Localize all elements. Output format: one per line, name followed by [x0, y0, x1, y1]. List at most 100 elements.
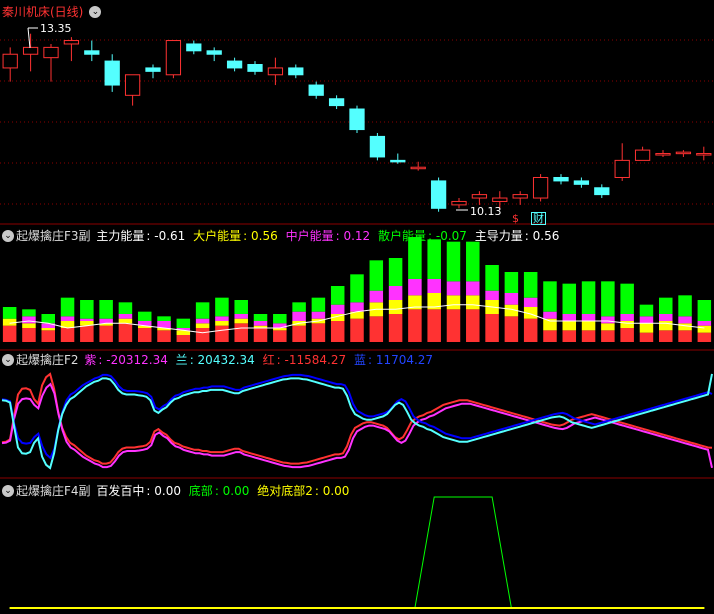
candle-body [226, 60, 243, 69]
candle-body [165, 40, 182, 76]
energy-bar-red [388, 314, 403, 342]
energy-bar-red [581, 330, 596, 342]
candle-body [267, 67, 284, 76]
f4-line-green [9, 496, 705, 609]
f3-energy-panel[interactable] [2, 237, 712, 342]
f2-line-panel[interactable] [1, 372, 713, 470]
collapse-icon[interactable]: ⌄ [2, 485, 14, 497]
metric-hundred-hits: 百发百中: 0.00 [96, 484, 181, 498]
energy-bar-green [504, 272, 519, 293]
metric-bottom: 底部: 0.00 [188, 484, 250, 498]
energy-bar-magenta [311, 311, 326, 319]
energy-bar-red [601, 330, 615, 342]
energy-bar-magenta [639, 316, 654, 324]
energy-bar-red [176, 335, 191, 342]
energy-bar-green [41, 314, 55, 324]
energy-bar-green [118, 302, 133, 314]
energy-bar-magenta [562, 314, 577, 321]
energy-bar-green [350, 274, 364, 303]
energy-bar-red [697, 332, 712, 342]
energy-bar-yellow [543, 318, 557, 331]
energy-bar-red [562, 330, 577, 342]
candle-body [573, 180, 590, 185]
candle-body [430, 180, 447, 209]
panel1-title: 秦川机床(日线) [2, 5, 84, 19]
energy-bar-red [253, 328, 268, 342]
energy-bar-green [523, 272, 538, 298]
candle-body [696, 153, 712, 156]
candle-body [532, 176, 549, 199]
collapse-icon[interactable]: ⌄ [2, 230, 14, 242]
energy-bar-yellow [659, 321, 673, 331]
energy-bar-magenta [620, 314, 634, 321]
energy-bar-red [485, 314, 499, 342]
energy-bar-green [2, 307, 17, 319]
candle-body [247, 64, 263, 72]
metric-main-force: 主力能量: -0.61 [96, 229, 186, 243]
metric-purple: 紫: -20312.34 [84, 353, 168, 367]
energy-bar-green [60, 297, 75, 317]
energy-bar-red [273, 330, 287, 342]
energy-bar-magenta [292, 311, 306, 321]
energy-bar-green [215, 297, 229, 317]
energy-bar-green [157, 316, 171, 321]
f4-signal-panel[interactable] [9, 496, 705, 609]
energy-bar-red [292, 325, 306, 342]
energy-bar-magenta [22, 316, 36, 324]
energy-bar-yellow [446, 295, 461, 310]
energy-bar-red [60, 328, 75, 342]
metric-blue: 蓝: 11704.27 [353, 353, 434, 367]
candle-body [104, 60, 120, 86]
energy-bar-green [195, 302, 210, 319]
energy-bar-magenta [543, 311, 557, 319]
energy-bar-red [215, 325, 229, 342]
energy-bar-red [678, 330, 692, 342]
collapse-icon[interactable]: ⌄ [89, 6, 102, 18]
candle-body [186, 43, 202, 52]
metric-mid-holder: 中户能量: 0.12 [285, 229, 371, 243]
candle-body [124, 74, 141, 96]
energy-bar-green [581, 281, 596, 314]
candle-body [410, 166, 426, 170]
energy-bar-magenta [388, 286, 403, 300]
energy-bar-magenta [523, 297, 538, 307]
energy-bar-yellow [195, 323, 210, 328]
energy-bar-magenta [659, 314, 673, 321]
energy-bar-green [22, 309, 36, 317]
energy-bar-red [427, 309, 441, 342]
energy-bar-red [466, 309, 480, 342]
collapse-icon[interactable]: ⌄ [2, 354, 14, 366]
energy-bar-magenta [446, 281, 461, 296]
panel2-header: ⌄ 起爆擒庄F3副 主力能量: -0.61 大户能量: 0.56 中户能量: 0.… [2, 228, 563, 244]
energy-bar-red [446, 309, 461, 342]
energy-bar-red [22, 328, 36, 342]
energy-bar-green [639, 304, 654, 317]
panel3-header: ⌄ 起爆擒庄F2 紫: -20312.34 兰: 20432.34 红: -115… [2, 352, 437, 368]
energy-bar-magenta [427, 279, 441, 293]
panel4-header: ⌄ 起爆擒庄F4副 百发百中: 0.00 底部: 0.00 绝对底部2: 0.00 [2, 483, 353, 499]
candle-body [288, 67, 304, 76]
f2-line-red [1, 372, 713, 465]
energy-bar-yellow [562, 321, 577, 331]
energy-bar-green [427, 239, 441, 279]
energy-bar-red [504, 316, 519, 342]
energy-bar-green [562, 283, 577, 314]
energy-bar-red [639, 332, 654, 342]
energy-bar-red [620, 328, 634, 342]
energy-bar-red [311, 323, 326, 342]
energy-bar-yellow [697, 325, 712, 333]
annotation-high-leader [27, 27, 31, 49]
energy-bar-red [80, 325, 94, 342]
price-panel[interactable] [2, 27, 712, 212]
event-mark-dividend[interactable]: $ [512, 212, 519, 225]
candle-body [655, 153, 671, 156]
energy-bar-yellow [601, 323, 615, 331]
event-mark-finance[interactable]: 财 [531, 212, 546, 225]
candle-body [2, 53, 18, 69]
energy-bar-green [446, 241, 461, 282]
chart-canvas [0, 27, 714, 609]
energy-bar-green [678, 295, 692, 317]
energy-bar-yellow [620, 321, 634, 328]
candle-body [84, 50, 100, 55]
energy-bar-green [620, 283, 634, 314]
